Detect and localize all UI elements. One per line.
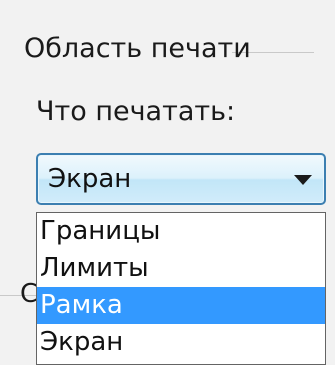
dropdown-option-borders[interactable]: Границы: [37, 213, 325, 250]
print-settings-panel: Область печати Что печатать: Экран С Гра…: [0, 0, 335, 365]
dropdown-list: Границы Лимиты Рамка Экран: [36, 212, 326, 365]
what-to-print-dropdown[interactable]: Экран: [36, 153, 326, 205]
dropdown-option-frame[interactable]: Рамка: [37, 287, 325, 324]
dropdown-option-limits[interactable]: Лимиты: [37, 250, 325, 287]
dropdown-selected-value: Экран: [48, 164, 132, 194]
what-to-print-label: Что печатать:: [36, 96, 236, 127]
dropdown-option-screen[interactable]: Экран: [37, 324, 325, 361]
print-area-group-title: Область печати: [24, 33, 251, 64]
chevron-down-icon[interactable]: [294, 175, 312, 185]
